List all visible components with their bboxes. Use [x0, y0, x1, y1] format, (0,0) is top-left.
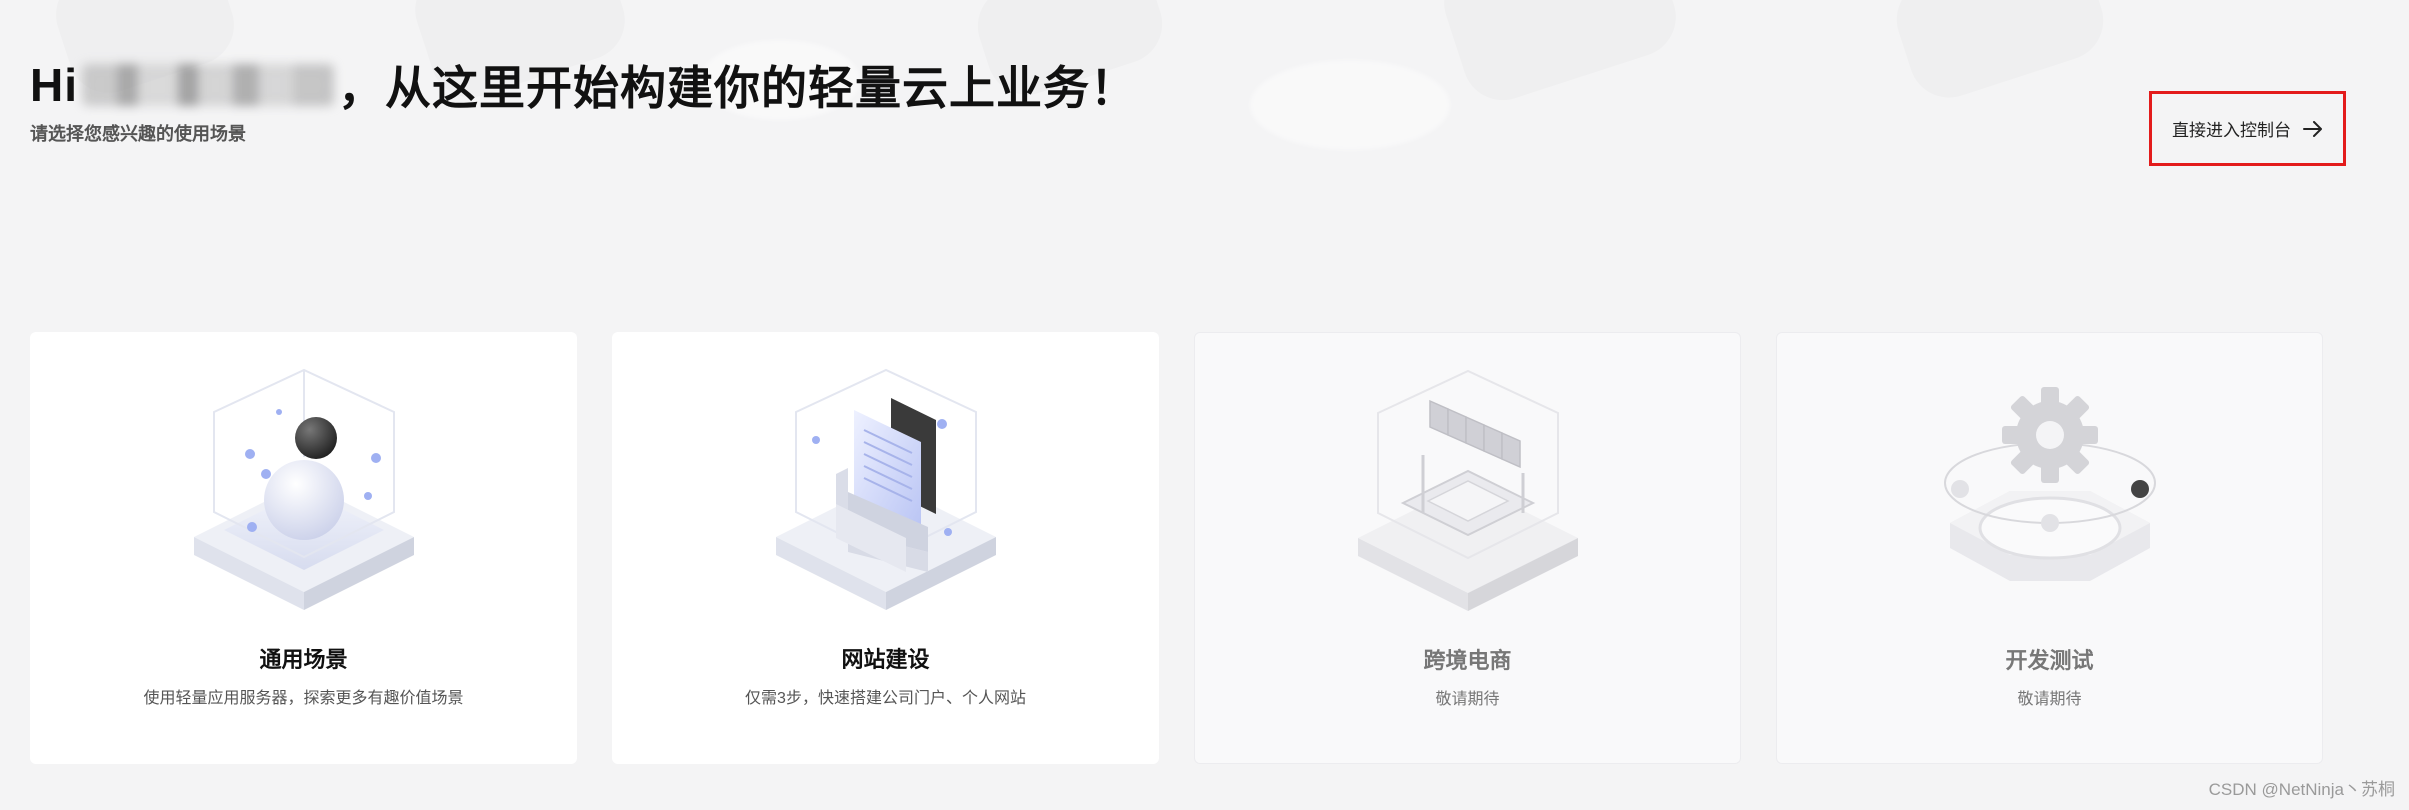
page-subtitle: 请选择您感兴趣的使用场景: [30, 124, 246, 144]
card-title: 网站建设: [841, 647, 930, 672]
background-decoration: [1434, 0, 1686, 111]
gear-orbit-icon: [1943, 387, 2156, 581]
watermark: CSDN @NetNinja丶苏桐: [2208, 780, 2395, 799]
scenario-card-ecommerce: 跨境电商 敬请期待: [1194, 332, 1741, 764]
scenario-card-general[interactable]: 通用场景 使用轻量应用服务器，探索更多有趣价值场景: [30, 332, 577, 764]
page-title: Hi ，从这里开始构建你的轻量云上业务！: [30, 52, 1137, 118]
sphere-cube-icon: [193, 368, 414, 610]
card-description: 仅需3步，快速搭建公司门户、个人网站: [745, 690, 1026, 707]
enter-console-button[interactable]: 直接进入控制台: [2149, 91, 2346, 166]
background-decoration: [1886, 0, 2113, 108]
card-title: 开发测试: [2005, 648, 2094, 673]
greeting-prefix: Hi: [30, 59, 78, 111]
scenario-card-website[interactable]: 网站建设 仅需3步，快速搭建公司门户、个人网站: [612, 332, 1159, 764]
background-decoration: [1250, 60, 1450, 150]
card-description: 敬请期待: [1435, 691, 1500, 708]
card-description: 使用轻量应用服务器，探索更多有趣价值场景: [143, 690, 464, 707]
redacted-username: [82, 64, 334, 106]
storefront-icon: [1357, 369, 1578, 611]
card-title: 跨境电商: [1423, 648, 1512, 673]
arrow-right-icon: [2303, 120, 2322, 137]
page: Hi ，从这里开始构建你的轻量云上业务！ 请选择您感兴趣的使用场景 直接进入控制…: [0, 0, 2409, 810]
card-description: 敬请期待: [2017, 691, 2082, 708]
greeting-suffix: ，从这里开始构建你的轻量云上业务！: [338, 62, 1137, 114]
enter-console-label: 直接进入控制台: [2172, 121, 2291, 140]
document-box-icon: [775, 368, 996, 610]
scenario-card-devtest: 开发测试 敬请期待: [1776, 332, 2323, 764]
card-title: 通用场景: [259, 647, 348, 672]
